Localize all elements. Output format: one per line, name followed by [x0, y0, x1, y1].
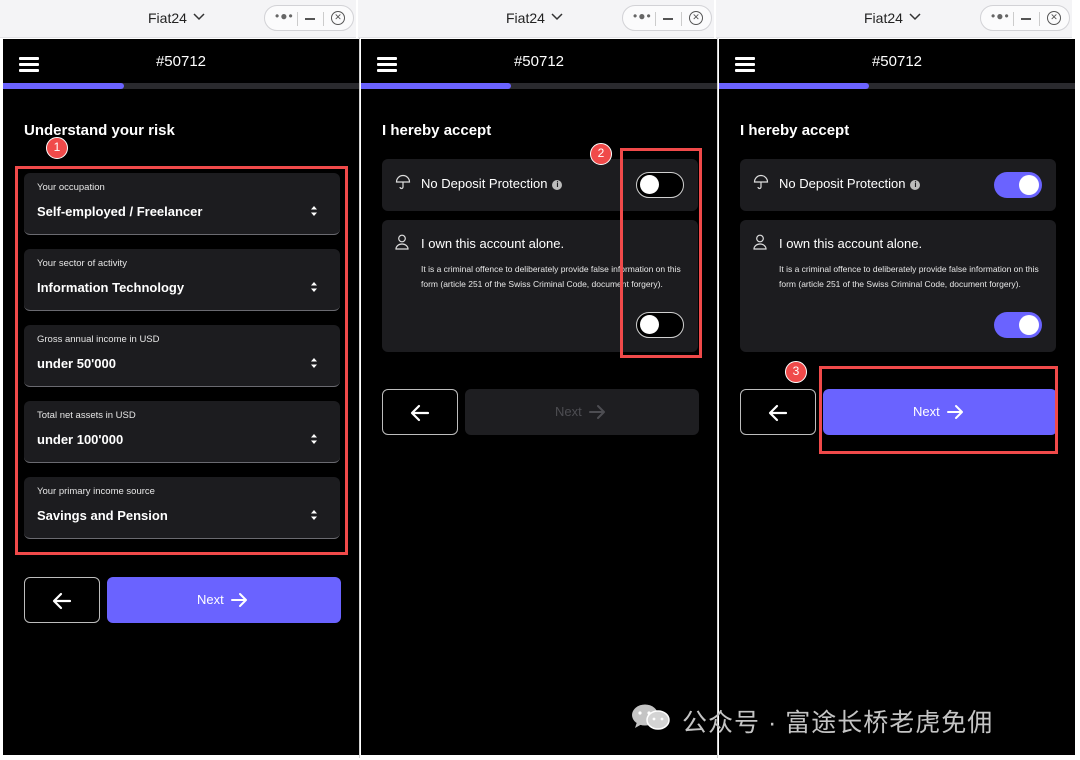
person-icon — [395, 234, 409, 250]
progress-fill — [719, 83, 869, 89]
more-icon[interactable]: •●• — [991, 9, 1010, 23]
capsule-divider — [297, 12, 298, 26]
next-arrow-icon — [231, 593, 247, 607]
sole-owner-card: I own this account alone. It is a crimin… — [740, 220, 1056, 352]
capsule-divider — [1039, 12, 1040, 26]
close-icon[interactable]: ✕ — [331, 11, 345, 25]
back-arrow-icon — [410, 404, 430, 422]
chevron-down-icon[interactable] — [909, 12, 921, 22]
progress-bar — [361, 83, 717, 89]
mini-app-titlebar: Fiat24 •●• ✕ — [0, 0, 356, 38]
more-icon[interactable]: •●• — [633, 9, 652, 23]
capsule-divider — [323, 12, 324, 26]
panel-accept-checked: Fiat24 •●• ✕ #50712 I hereby accept No D… — [716, 0, 1075, 760]
deposit-protection-toggle[interactable] — [994, 172, 1042, 198]
back-button[interactable] — [740, 389, 816, 435]
person-icon — [753, 234, 767, 250]
capsule-divider — [1013, 12, 1014, 26]
sole-owner-label: I own this account alone. — [779, 236, 923, 251]
annotation-badge: 3 — [785, 361, 807, 383]
capsule-controls: •●• ✕ — [622, 5, 712, 31]
capsule-divider — [681, 12, 682, 26]
more-icon[interactable]: •●• — [275, 9, 294, 23]
progress-fill — [361, 83, 511, 89]
mini-app-titlebar: Fiat24 •●• ✕ — [358, 0, 714, 38]
back-arrow-icon — [52, 592, 72, 610]
panel-accept-unchecked: Fiat24 •●• ✕ #50712 I hereby accept No D… — [358, 0, 717, 760]
chevron-down-icon[interactable] — [193, 12, 205, 22]
umbrella-icon — [395, 174, 411, 190]
back-button[interactable] — [382, 389, 458, 435]
progress-bar — [719, 83, 1075, 89]
watermark-text: 公众号 · 富途长桥老虎免佣 — [682, 709, 994, 737]
next-arrow-icon — [589, 405, 605, 419]
info-icon[interactable]: i — [552, 180, 563, 190]
account-id: #50712 — [155, 53, 207, 70]
app-title: Fiat24 — [148, 10, 187, 26]
back-arrow-icon — [768, 404, 788, 422]
close-icon[interactable]: ✕ — [689, 11, 703, 25]
app-title: Fiat24 — [864, 10, 903, 26]
annotation-highlight-box — [819, 366, 1058, 454]
annotation-highlight-box — [15, 166, 348, 555]
page-title: Understand your risk — [24, 122, 175, 139]
panel-risk: Fiat24 •●• ✕ #50712 Understand your risk… — [0, 0, 359, 760]
next-button-label: Next — [197, 592, 224, 607]
deposit-protection-label: No Deposit Protection i — [421, 176, 563, 191]
next-button[interactable]: Next — [465, 389, 699, 435]
sole-owner-label: I own this account alone. — [421, 236, 565, 251]
close-icon[interactable]: ✕ — [1047, 11, 1061, 25]
deposit-protection-card: No Deposit Protection i — [740, 159, 1056, 211]
chevron-down-icon[interactable] — [551, 12, 563, 22]
deposit-protection-label: No Deposit Protection i — [779, 176, 921, 191]
app-title: Fiat24 — [506, 10, 545, 26]
account-id: #50712 — [513, 53, 565, 70]
account-id: #50712 — [871, 53, 923, 70]
back-button[interactable] — [24, 577, 100, 623]
next-button[interactable]: Next — [107, 577, 341, 623]
capsule-divider — [655, 12, 656, 26]
sole-owner-disclaimer: It is a criminal offence to deliberately… — [779, 264, 1039, 289]
app-screen: #50712 I hereby accept No Deposit Protec… — [361, 39, 717, 755]
annotation-highlight-box — [620, 148, 702, 358]
sole-owner-toggle[interactable] — [994, 312, 1042, 338]
annotation-badge: 1 — [46, 137, 68, 159]
info-icon[interactable]: i — [910, 180, 921, 190]
minimize-icon[interactable] — [663, 18, 673, 20]
umbrella-icon — [753, 174, 769, 190]
page-title: I hereby accept — [382, 122, 492, 139]
page-title: I hereby accept — [740, 122, 850, 139]
progress-bar — [3, 83, 359, 89]
mini-app-titlebar: Fiat24 •●• ✕ — [716, 0, 1072, 38]
wechat-icon — [632, 704, 670, 730]
minimize-icon[interactable] — [305, 18, 315, 20]
next-button-label: Next — [555, 404, 582, 419]
progress-fill — [3, 83, 125, 89]
minimize-icon[interactable] — [1021, 18, 1031, 20]
capsule-controls: •●• ✕ — [264, 5, 354, 31]
annotation-badge: 2 — [590, 143, 612, 165]
capsule-controls: •●• ✕ — [980, 5, 1070, 31]
